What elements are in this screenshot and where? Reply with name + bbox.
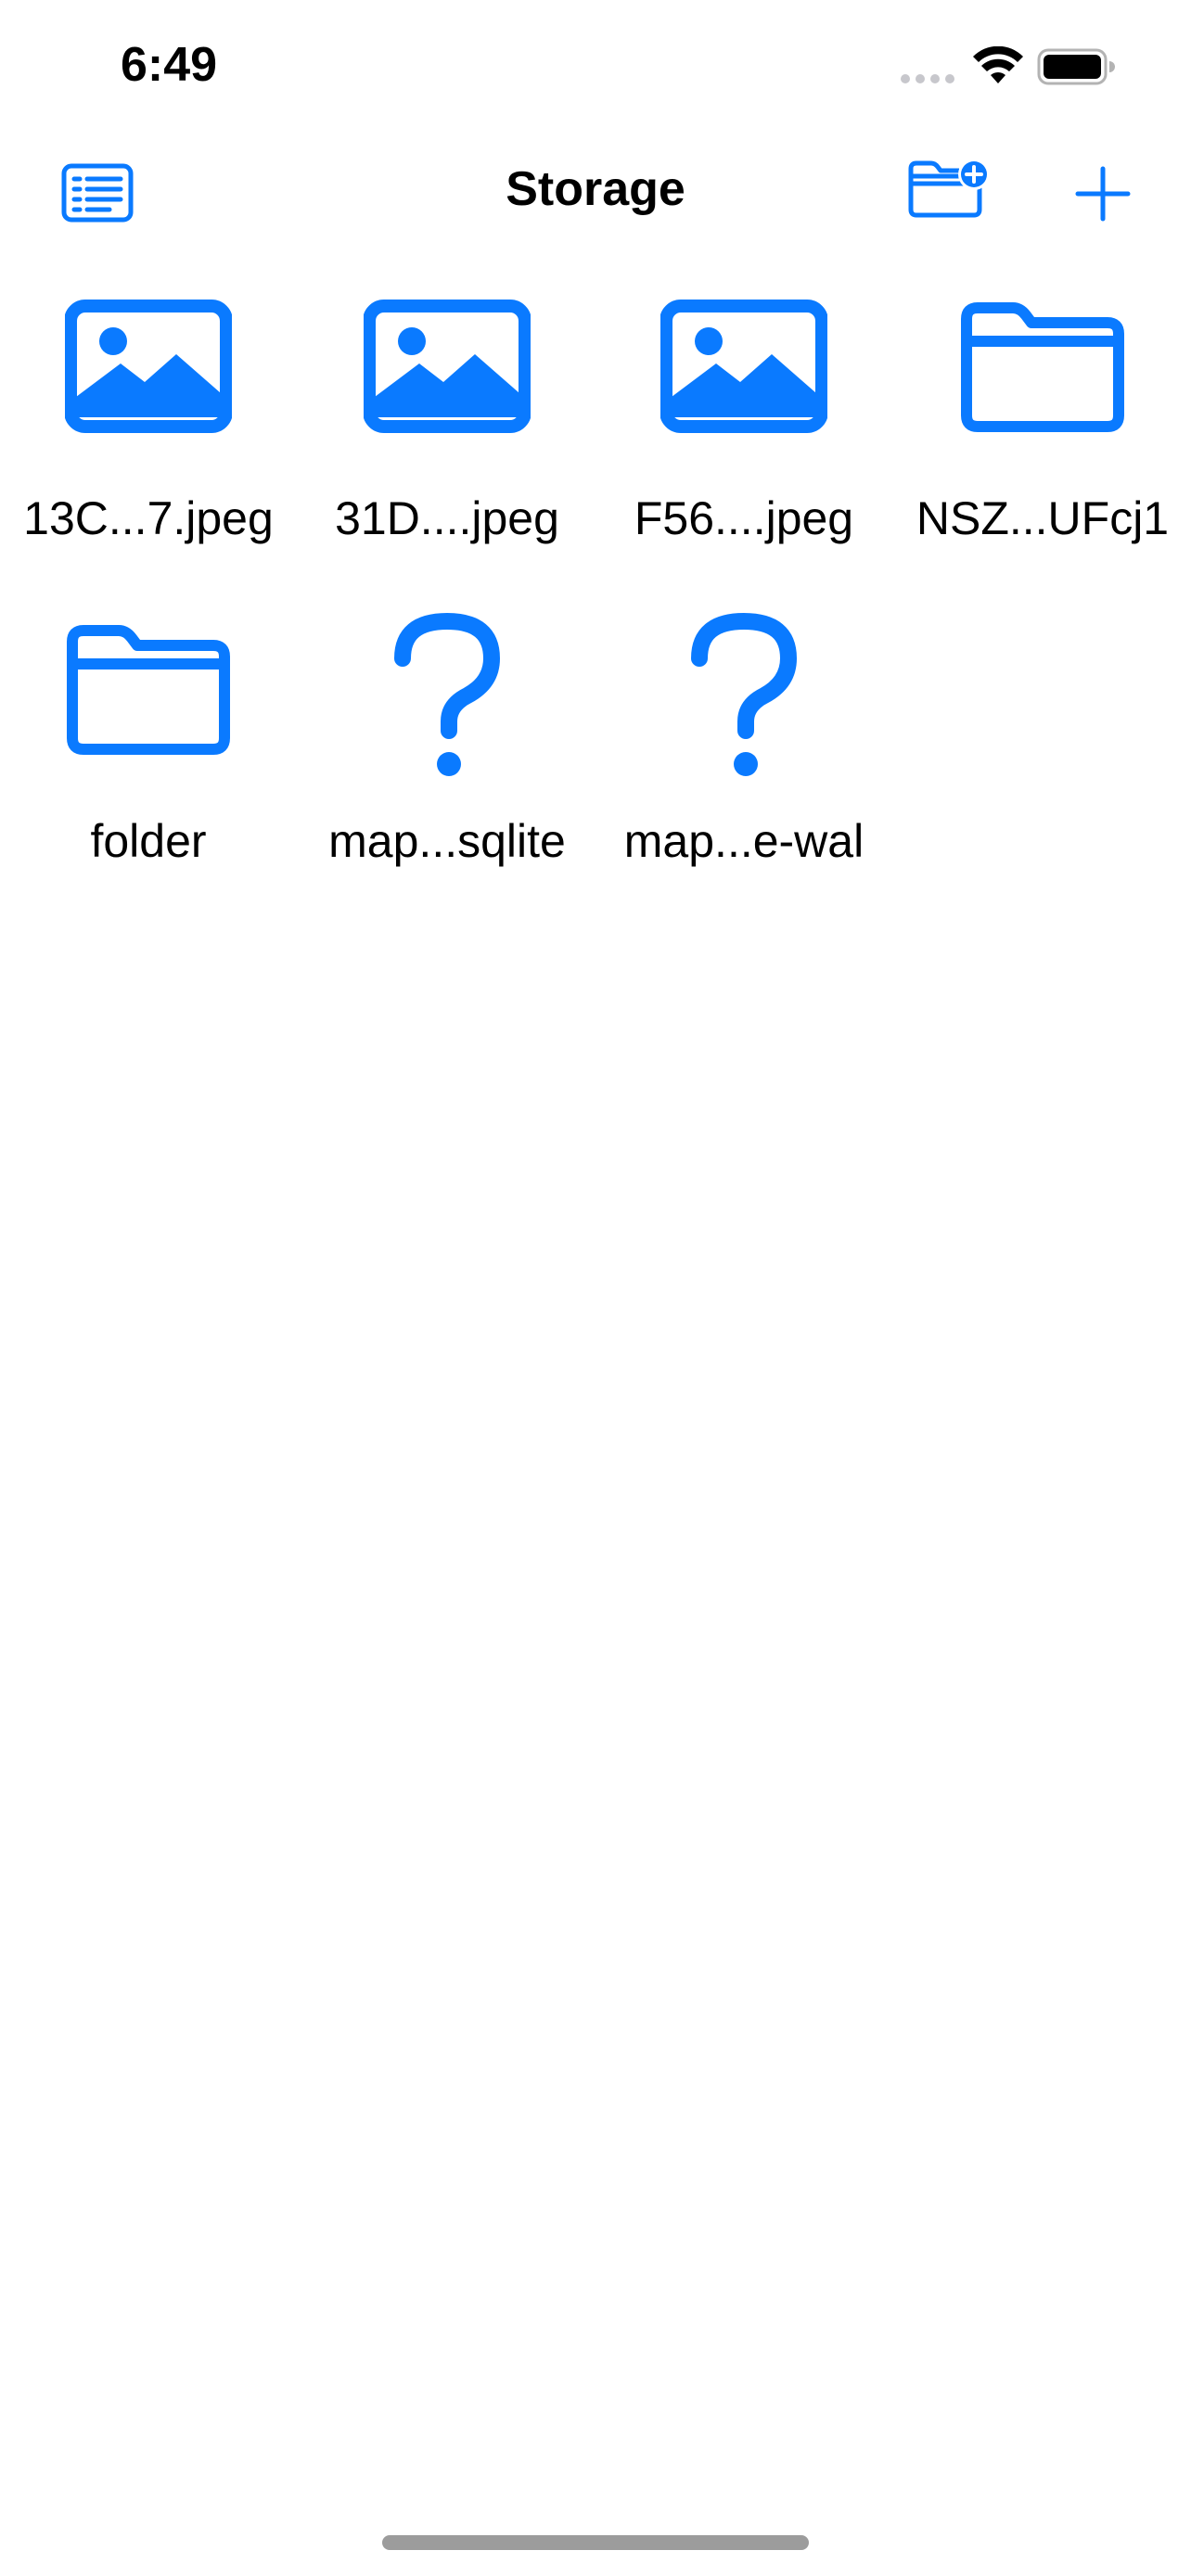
navigation-bar: Storage: [0, 139, 1191, 250]
file-name: 31D....jpeg: [335, 492, 559, 544]
wifi-icon: [973, 46, 1023, 83]
folder-icon: [961, 302, 1124, 432]
photo-icon: [660, 300, 827, 433]
file-item-folder[interactable]: folder: [0, 619, 297, 898]
plus-icon: [1075, 166, 1131, 222]
file-name: map...sqlite: [328, 815, 566, 867]
new-folder-button[interactable]: [905, 156, 991, 223]
status-time: 6:49: [121, 38, 218, 92]
file-item-image[interactable]: F56....jpeg: [596, 297, 892, 575]
file-item-unknown[interactable]: map...sqlite: [299, 613, 596, 898]
file-item-image[interactable]: 31D....jpeg: [299, 297, 596, 575]
page-title: Storage: [506, 162, 685, 216]
file-name: folder: [90, 815, 207, 867]
file-item-image[interactable]: 13C...7.jpeg: [0, 297, 297, 575]
add-button[interactable]: [1074, 165, 1132, 223]
question-mark-icon: [394, 613, 500, 776]
file-name: map...e-wal: [623, 815, 864, 867]
question-mark-icon: [691, 613, 797, 776]
new-folder-icon: [908, 159, 990, 218]
file-item-folder[interactable]: NSZ...UFcj1: [894, 297, 1191, 575]
status-bar: 6:49: [0, 0, 1191, 139]
cellular-signal-icon: [901, 74, 954, 83]
folder-icon: [67, 625, 230, 755]
file-name: 13C...7.jpeg: [23, 492, 274, 544]
file-name: F56....jpeg: [634, 492, 854, 544]
photo-icon: [65, 300, 232, 433]
photo-icon: [364, 300, 531, 433]
battery-icon: [1037, 48, 1115, 85]
file-name: NSZ...UFcj1: [916, 492, 1170, 544]
file-item-unknown[interactable]: map...e-wal: [596, 613, 892, 898]
home-indicator[interactable]: [382, 2535, 809, 2550]
